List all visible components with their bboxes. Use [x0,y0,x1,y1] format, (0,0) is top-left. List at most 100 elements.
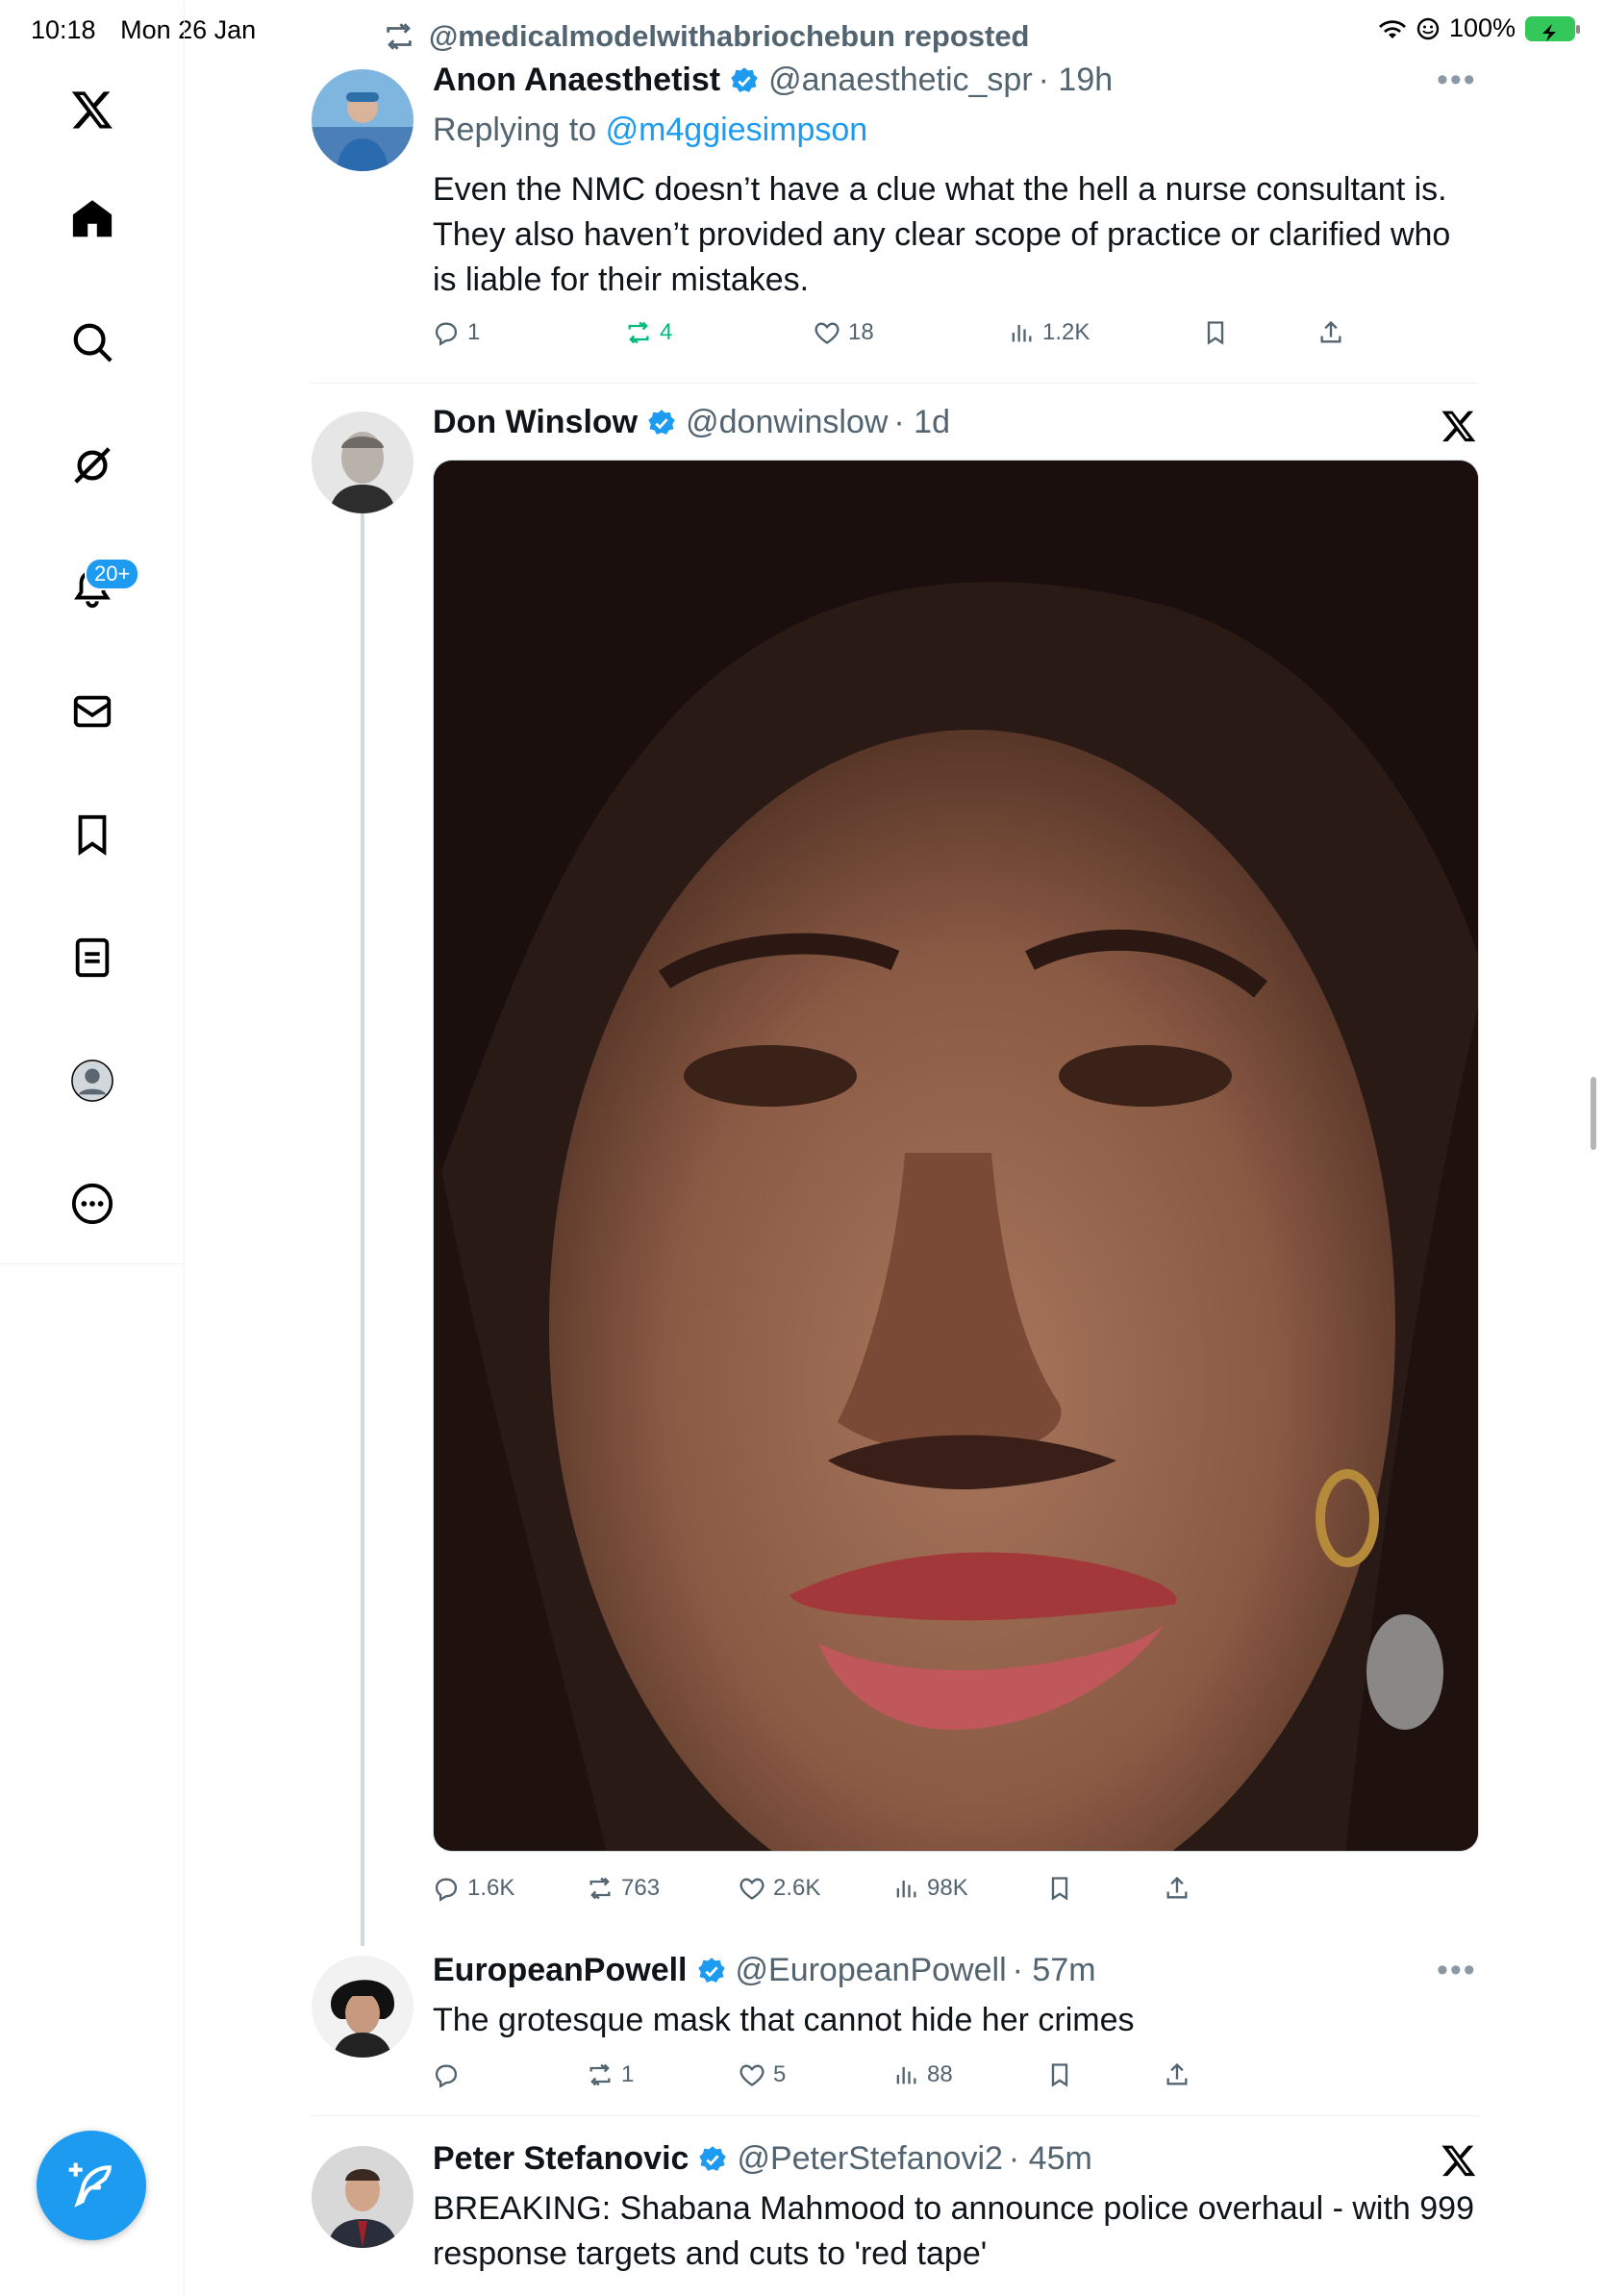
repost-button[interactable]: 4 [625,313,672,352]
avatar[interactable] [312,2146,414,2248]
views-button[interactable]: 98K [892,1869,968,1908]
tweet-text: The grotesque mask that cannot hide her … [433,1998,1491,2043]
verified-badge-icon [731,66,758,92]
tweet-time[interactable]: · 57m [1013,1952,1096,1989]
heart-icon [739,2064,764,2086]
x-logo-icon[interactable] [1441,2142,1477,2179]
views-button[interactable]: 1.2K [1008,313,1090,352]
tweet-text-line: is liable for their mistakes. [433,262,810,298]
author-name[interactable]: Peter Stefanovic [433,2140,689,2178]
bookmark-button[interactable] [1202,313,1229,352]
bookmark-button[interactable] [1046,1869,1073,1908]
tweet-photo[interactable] [433,460,1479,1852]
like-button[interactable]: 5 [739,2056,786,2094]
sidebar-nav: 20+ [0,0,185,2296]
author-name[interactable]: Anon Anaesthetist [433,62,720,99]
reply-icon [435,1878,458,1902]
grok-icon[interactable] [54,427,131,504]
repost-button[interactable]: 1 [587,2056,634,2094]
like-button[interactable]: 18 [814,313,874,352]
share-icon [1166,1876,1188,1899]
repost-button[interactable]: 763 [587,1869,660,1908]
tweet-actions: 1 5 88 [433,2056,1481,2094]
scrollbar-thumb[interactable] [1591,1077,1596,1150]
home-icon[interactable] [54,181,131,258]
repost-icon [589,1877,611,1900]
repost-count: 1 [621,2061,635,2087]
views-chart-icon [896,2066,916,2084]
profile-avatar-icon[interactable] [54,1042,131,1119]
views-button[interactable]: 88 [892,2056,953,2094]
views-count: 1.2K [1042,319,1090,345]
x-logo-icon[interactable] [54,71,131,148]
author-handle[interactable]: @anaesthetic_spr [768,62,1033,99]
tweet-text-line: They also haven’t provided any clear sco… [433,216,1451,253]
views-count: 88 [927,2061,953,2087]
author-handle[interactable]: @EuropeanPowell [736,1952,1007,1989]
tweet-header: Anon Anaesthetist @anaesthetic_spr · 19h [433,62,1113,99]
author-name[interactable]: EuropeanPowell [433,1952,688,1989]
tweet-text: Even the NMC doesn’t have a clue what th… [433,167,1491,303]
reply-icon [435,2064,458,2088]
more-options-button[interactable]: ••• [1437,1952,1477,1989]
views-chart-icon [1012,324,1032,342]
author-handle[interactable]: @PeterStefanovi2 [737,2140,1002,2178]
heart-icon [739,1878,764,1900]
tweet-header: Peter Stefanovic @PeterStefanovi2 · 45m [433,2140,1092,2178]
author-handle[interactable]: @donwinslow [686,404,888,441]
notifications-badge: 20+ [85,558,140,590]
like-count: 5 [773,2061,787,2087]
compose-post-button[interactable] [37,2131,146,2240]
reply-button[interactable]: 1.6K [433,1869,514,1908]
views-count: 98K [927,1875,968,1901]
reply-count: 1.6K [467,1875,515,1901]
sidebar-divider [0,1263,185,1264]
tweet-header: Don Winslow @donwinslow · 1d [433,404,950,441]
tweet-divider [310,383,1479,384]
views-chart-icon [896,1880,916,1898]
replying-to-label: Replying to [433,112,597,148]
avatar[interactable] [312,69,414,171]
repost-banner[interactable]: @medicalmodelwithabriochebun reposted [383,19,1030,54]
reply-button[interactable] [433,2056,467,2094]
repost-count: 763 [621,1875,661,1901]
feather-plus-icon [68,2162,112,2208]
verified-badge-icon [648,409,675,435]
repost-icon [387,23,412,50]
x-logo-icon[interactable] [1441,408,1477,444]
lists-icon[interactable] [54,919,131,996]
thread-line [361,513,364,1946]
tweet-time[interactable]: · 19h [1039,62,1114,99]
tweet-text: BREAKING: Shabana Mahmood to announce po… [433,2186,1500,2277]
avatar[interactable] [312,1956,414,2058]
tweet-time[interactable]: · 45m [1009,2140,1092,2178]
avatar[interactable] [312,412,414,513]
replying-to: Replying to @m4ggiesimpson [433,112,867,149]
messages-mail-icon[interactable] [54,673,131,750]
more-options-button[interactable]: ••• [1437,62,1477,99]
tweet-actions: 1 4 18 1.2K [433,313,1481,352]
reply-button[interactable]: 1 [433,313,480,352]
timeline: @medicalmodelwithabriochebun reposted An… [185,0,1604,2296]
verified-badge-icon [699,2145,727,2171]
share-icon [1320,320,1341,343]
share-button[interactable] [1164,1869,1190,1908]
share-button[interactable] [1317,313,1344,352]
tweet-text-line: Even the NMC doesn’t have a clue what th… [433,171,1447,208]
bookmark-button[interactable] [1046,2056,1073,2094]
repost-count: 4 [660,319,673,345]
author-name[interactable]: Don Winslow [433,404,638,441]
bookmark-icon [1207,321,1224,345]
search-icon[interactable] [54,304,131,381]
more-options-icon[interactable] [54,1165,131,1242]
repost-icon [589,2063,611,2086]
replying-to-mention[interactable]: @m4ggiesimpson [606,112,868,148]
share-icon [1166,2062,1188,2085]
like-count: 2.6K [773,1875,821,1901]
tweet-divider [310,2115,1479,2116]
share-button[interactable] [1164,2056,1190,2094]
like-button[interactable]: 2.6K [739,1869,820,1908]
tweet-time[interactable]: · 1d [893,404,950,441]
bookmark-icon [1051,2063,1068,2087]
bookmarks-icon[interactable] [54,796,131,873]
